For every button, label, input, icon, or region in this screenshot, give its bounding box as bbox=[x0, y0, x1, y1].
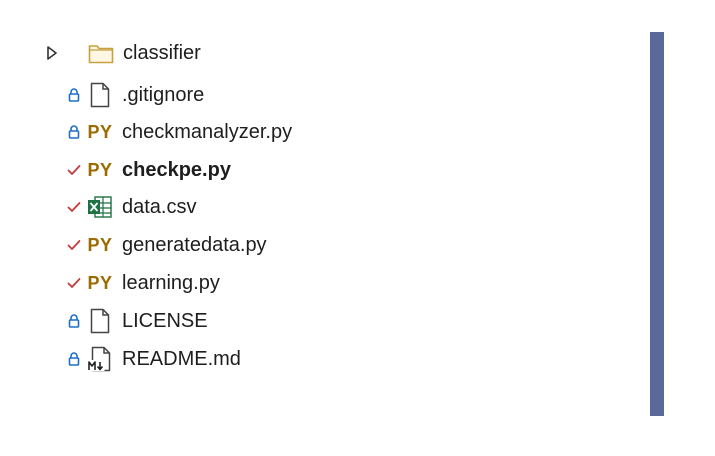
document-icon bbox=[85, 77, 115, 113]
python-icon: PY bbox=[87, 272, 113, 293]
checkmark-icon bbox=[65, 152, 83, 188]
tree-item-label: checkpe.py bbox=[122, 158, 231, 181]
tree-item-label: learning.py bbox=[122, 271, 220, 294]
lock-icon bbox=[65, 341, 83, 377]
tree-item-license[interactable]: LICENSE bbox=[65, 303, 208, 339]
lock-icon bbox=[65, 114, 83, 150]
solution-explorer-panel: classifier .gitignore PY checkmanalyzer.… bbox=[0, 0, 650, 415]
tree-item-checkmanalyzer-py[interactable]: PY checkmanalyzer.py bbox=[65, 114, 292, 150]
python-icon: PY bbox=[87, 234, 113, 255]
tree-item-label: data.csv bbox=[122, 195, 197, 218]
tree-item-label: .gitignore bbox=[122, 83, 205, 106]
folder-icon bbox=[86, 35, 116, 71]
scrollbar-track[interactable] bbox=[650, 32, 664, 416]
tree-item-learning-py[interactable]: PY learning.py bbox=[65, 265, 220, 301]
python-icon: PY bbox=[87, 121, 113, 142]
checkmark-icon bbox=[65, 189, 83, 225]
document-icon bbox=[85, 303, 115, 339]
tree-item-readme-md[interactable]: README.md bbox=[65, 341, 241, 377]
tree-item-generatedata-py[interactable]: PY generatedata.py bbox=[65, 227, 267, 263]
tree-item-checkpe-py[interactable]: PY checkpe.py bbox=[65, 152, 231, 188]
checkmark-icon bbox=[65, 227, 83, 263]
tree-item-classifier[interactable]: classifier bbox=[38, 35, 201, 71]
python-icon: PY bbox=[87, 159, 113, 180]
checkmark-icon bbox=[65, 265, 83, 301]
collapsed-triangle-icon[interactable] bbox=[38, 35, 66, 71]
tree-item-label: README.md bbox=[122, 347, 241, 370]
excel-icon bbox=[85, 189, 115, 225]
tree-item-data-csv[interactable]: data.csv bbox=[65, 189, 196, 225]
tree-item-label: classifier bbox=[123, 41, 201, 64]
tree-item-label: LICENSE bbox=[122, 309, 208, 332]
tree-item-gitignore[interactable]: .gitignore bbox=[65, 77, 204, 113]
lock-icon bbox=[65, 77, 83, 113]
lock-icon bbox=[65, 303, 83, 339]
markdown-icon bbox=[85, 341, 115, 377]
tree-item-label: generatedata.py bbox=[122, 233, 267, 256]
tree-item-label: checkmanalyzer.py bbox=[122, 120, 293, 143]
